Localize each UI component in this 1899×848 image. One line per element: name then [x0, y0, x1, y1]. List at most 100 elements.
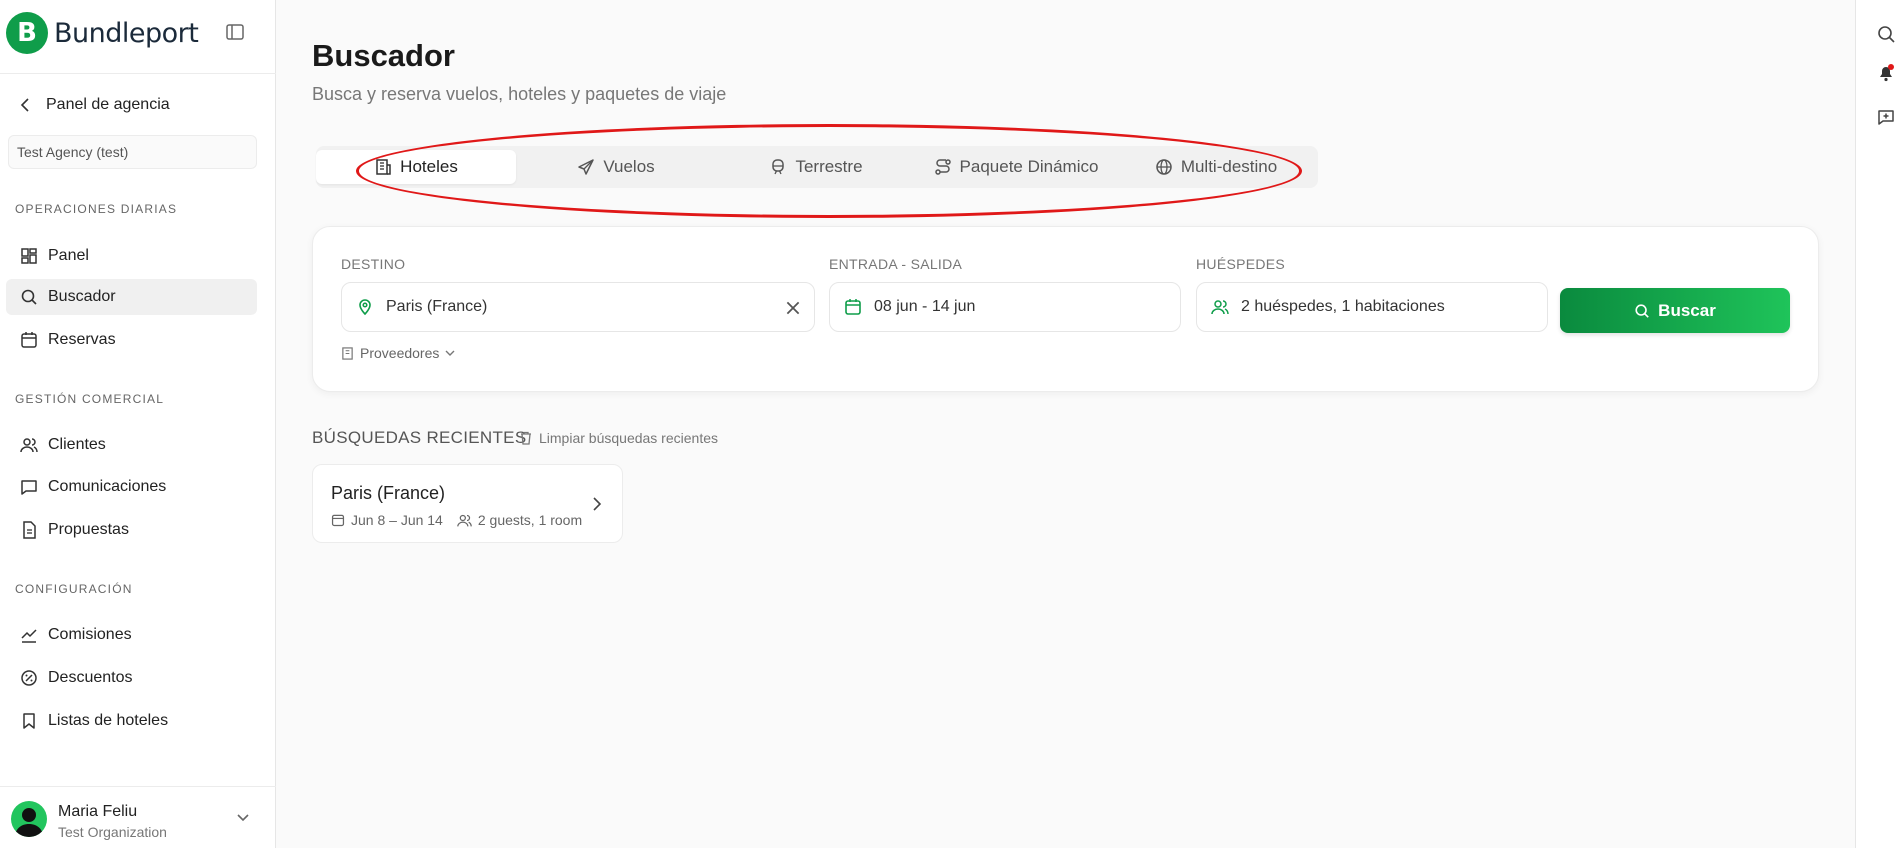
tab-label: Paquete Dinámico: [959, 157, 1099, 176]
chevron-right-icon: [593, 497, 602, 511]
chevron-down-icon: [445, 350, 455, 356]
clear-recent-label: Limpiar búsquedas recientes: [539, 430, 718, 446]
recent-search-item[interactable]: Paris (France) Jun 8 – Jun 14 2 guests, …: [312, 464, 623, 543]
dashboard-icon: [21, 248, 37, 264]
sidebar-toggle-icon[interactable]: [226, 24, 244, 40]
sidebar: B Bundleport Panel de agencia Test Agenc…: [0, 0, 276, 848]
sidebar-item-reservas[interactable]: Reservas: [6, 322, 257, 358]
divider: [0, 73, 276, 74]
sidebar-item-label: Comunicaciones: [48, 478, 167, 495]
dates-value: 08 jun - 14 jun: [874, 298, 976, 315]
sidebar-item-comisiones[interactable]: Comisiones: [6, 617, 257, 653]
providers-label: Proveedores: [360, 345, 440, 361]
section-label: OPERACIONES DIARIAS: [15, 202, 178, 216]
dates-label: ENTRADA - SALIDA: [829, 256, 963, 272]
calendar-icon: [21, 332, 37, 348]
guests-label: HUÉSPEDES: [1196, 256, 1286, 272]
search-type-tabs: Hoteles Vuelos Terrestre Paquete Dinámic…: [316, 146, 1318, 188]
document-icon: [23, 521, 36, 539]
tab-label: Multi-destino: [1180, 157, 1278, 176]
search-form: DESTINO Paris (France) ENTRADA - SALIDA …: [312, 226, 1819, 392]
recent-destination: Paris (France): [331, 483, 446, 503]
tab-paquete-dinamico[interactable]: Paquete Dinámico: [916, 150, 1116, 184]
recent-dates: Jun 8 – Jun 14: [351, 512, 443, 528]
page-subtitle: Busca y reserva vuelos, hoteles y paquet…: [312, 84, 727, 104]
feedback-icon[interactable]: [1876, 108, 1896, 128]
users-icon: [20, 438, 38, 453]
calendar-icon: [331, 514, 345, 527]
search-icon: [21, 289, 37, 305]
sidebar-item-panel[interactable]: Panel: [6, 238, 257, 274]
bookmark-icon: [23, 713, 35, 729]
search-icon[interactable]: [1876, 24, 1896, 44]
destination-label: DESTINO: [341, 256, 406, 272]
sidebar-item-label: Comisiones: [48, 626, 132, 643]
recent-meta: Jun 8 – Jun 14 2 guests, 1 room: [331, 512, 582, 528]
sidebar-item-label: Descuentos: [48, 669, 133, 686]
map-pin-icon: [359, 299, 371, 316]
bell-icon[interactable]: [1876, 63, 1896, 83]
users-icon: [457, 514, 472, 526]
destination-field[interactable]: Paris (France): [341, 282, 815, 332]
section-label: CONFIGURACIÓN: [15, 582, 133, 596]
tab-label: Hoteles: [400, 157, 458, 176]
sidebar-item-label: Reservas: [48, 331, 116, 348]
plane-icon: [578, 159, 595, 175]
search-button-label: Buscar: [1658, 300, 1716, 320]
sidebar-item-listas-hoteles[interactable]: Listas de hoteles: [6, 703, 257, 739]
calendar-icon: [845, 299, 861, 315]
tab-terrestre[interactable]: Terrestre: [716, 150, 916, 184]
message-icon: [21, 480, 37, 495]
brand[interactable]: B Bundleport: [6, 12, 199, 54]
sidebar-item-label: Buscador: [48, 288, 116, 305]
search-button[interactable]: Buscar: [1560, 288, 1790, 333]
tab-label: Terrestre: [795, 157, 863, 176]
trash-icon: [521, 431, 531, 445]
back-to-agency-panel[interactable]: Panel de agencia: [20, 94, 170, 116]
user-org: Test Organization: [58, 824, 167, 840]
users-icon: [1211, 300, 1229, 315]
tab-label: Vuelos: [603, 157, 655, 176]
user-menu[interactable]: Maria Feliu Test Organization: [0, 786, 276, 848]
sidebar-item-comunicaciones[interactable]: Comunicaciones: [6, 469, 257, 505]
globe-icon: [1156, 159, 1172, 175]
sidebar-item-label: Panel: [48, 247, 89, 264]
back-label: Panel de agencia: [46, 96, 170, 113]
sidebar-item-descuentos[interactable]: Descuentos: [6, 660, 257, 696]
recent-searches-title: BÚSQUEDAS RECIENTES: [312, 428, 527, 447]
building-icon: [342, 346, 353, 360]
sidebar-item-clientes[interactable]: Clientes: [6, 427, 257, 463]
sidebar-item-propuestas[interactable]: Propuestas: [6, 512, 257, 548]
train-icon: [772, 159, 785, 175]
providers-toggle[interactable]: Proveedores: [341, 345, 455, 361]
recent-guests: 2 guests, 1 room: [477, 512, 583, 528]
tab-vuelos[interactable]: Vuelos: [516, 150, 716, 184]
guests-value: 2 huéspedes, 1 habitaciones: [1241, 298, 1445, 315]
page-title: Buscador: [312, 38, 455, 73]
avatar: [11, 801, 47, 837]
destination-value: Paris (France): [386, 298, 488, 315]
close-icon[interactable]: [784, 299, 802, 317]
chevron-left-icon: [20, 98, 29, 112]
guests-field[interactable]: 2 huéspedes, 1 habitaciones: [1196, 282, 1548, 332]
route-icon: [934, 159, 951, 175]
clear-recent-button[interactable]: Limpiar búsquedas recientes: [519, 430, 718, 446]
dates-field[interactable]: 08 jun - 14 jun: [829, 282, 1181, 332]
user-name: Maria Feliu: [58, 803, 138, 820]
commission-icon: [21, 629, 37, 643]
sidebar-item-buscador[interactable]: Buscador: [6, 279, 257, 315]
sidebar-item-label: Listas de hoteles: [48, 712, 169, 729]
brand-name: Bundleport: [54, 17, 199, 49]
right-rail: [1855, 0, 1899, 848]
tab-multi-destino[interactable]: Multi-destino: [1116, 150, 1316, 184]
agency-selector[interactable]: Test Agency (test): [8, 135, 257, 169]
brand-logo: B: [6, 12, 48, 54]
tab-hoteles[interactable]: Hoteles: [316, 150, 516, 184]
hotel-icon: [376, 159, 391, 175]
discount-icon: [21, 670, 37, 686]
sidebar-item-label: Propuestas: [48, 521, 129, 538]
section-label: GESTIÓN COMERCIAL: [15, 392, 165, 406]
chevron-down-icon: [237, 814, 249, 822]
search-icon: [1635, 303, 1649, 318]
sidebar-item-label: Clientes: [48, 436, 106, 453]
